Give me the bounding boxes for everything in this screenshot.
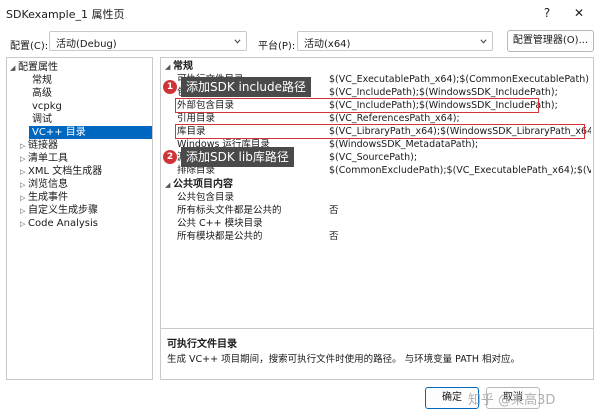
close-button[interactable]: ✕ bbox=[568, 3, 590, 23]
annotation-badge-2: 2 bbox=[163, 150, 177, 164]
category-label: 公共项目内容 bbox=[173, 179, 233, 190]
property-row[interactable]: 公共 C++ 模块目录 bbox=[175, 217, 593, 230]
property-value: $(WindowsSDK_MetadataPath); bbox=[329, 139, 479, 150]
property-value: 否 bbox=[329, 205, 339, 216]
tree-item-linker[interactable]: ▷ 链接器 bbox=[20, 139, 58, 152]
tree-item-label: 浏览信息 bbox=[28, 179, 68, 190]
expanded-arrow-icon: ◢ bbox=[165, 181, 171, 189]
property-row[interactable]: 所有模块都是公共的 否 bbox=[175, 230, 593, 243]
config-manager-button[interactable]: 配置管理器(O)... bbox=[507, 30, 594, 52]
expanded-arrow-icon: ◢ bbox=[165, 63, 171, 71]
property-tree: ◢ 配置属性 常规 高级 vcpkg 调试 VC++ 目录 ▷ 链接器 ▷ 清单工具 … bbox=[6, 57, 153, 380]
collapsed-arrow-icon: ▷ bbox=[20, 220, 26, 228]
tree-item-manifest-tool[interactable]: ▷ 清单工具 bbox=[20, 152, 68, 165]
expanded-arrow-icon: ◢ bbox=[10, 64, 16, 72]
tree-item-custom-build[interactable]: ▷ 自定义生成步骤 bbox=[20, 204, 98, 217]
configuration-row: 配置(C): 活动(Debug) 平台(P): 活动(x64) 配置管理器(O)… bbox=[0, 27, 600, 55]
property-name: 所有标头文件都是公共的 bbox=[177, 205, 282, 216]
help-button[interactable]: ? bbox=[536, 3, 558, 23]
config-dropdown[interactable]: 活动(Debug) bbox=[49, 31, 247, 51]
description-text: 生成 VC++ 项目期间，搜索可执行文件时使用的路径。 与环境变量 PATH 相… bbox=[167, 354, 520, 365]
tree-item-label: Code Analysis bbox=[28, 218, 98, 229]
property-name: 所有模块都是公共的 bbox=[177, 231, 263, 242]
tree-item-vc-directories[interactable]: VC++ 目录 bbox=[29, 126, 152, 139]
window-title: SDKexample_1 属性页 bbox=[6, 8, 125, 21]
tree-item-code-analysis[interactable]: ▷ Code Analysis bbox=[20, 217, 98, 230]
annotation-callout-lib: 添加SDK lib库路径 bbox=[181, 147, 294, 167]
property-value: 否 bbox=[329, 231, 339, 242]
tree-root-label: 配置属性 bbox=[18, 62, 58, 73]
property-name: 公共包含目录 bbox=[177, 192, 235, 203]
tree-item-vcpkg[interactable]: vcpkg bbox=[32, 100, 62, 113]
property-grid: ◢常规 可执行文件目录$(VC_ExecutablePath_x64);$(Co… bbox=[161, 58, 593, 328]
description-panel: 可执行文件目录 生成 VC++ 项目期间，搜索可执行文件时使用的路径。 与环境变… bbox=[161, 328, 593, 379]
property-row[interactable]: 公共包含目录 bbox=[175, 191, 593, 204]
platform-dropdown[interactable]: 活动(x64) bbox=[297, 31, 493, 51]
tree-item-label: 自定义生成步骤 bbox=[28, 205, 98, 216]
property-value: $(VC_SourcePath); bbox=[329, 152, 418, 163]
chevron-down-icon bbox=[234, 39, 241, 44]
tree-item-label: 生成事件 bbox=[28, 192, 68, 203]
tree-item-build-events[interactable]: ▷ 生成事件 bbox=[20, 191, 68, 204]
title-bar: SDKexample_1 属性页 ? ✕ bbox=[0, 0, 600, 26]
tree-item-debugging[interactable]: 调试 bbox=[32, 113, 52, 126]
include-path-highlight bbox=[175, 98, 539, 113]
tree-item-label: XML 文档生成器 bbox=[28, 166, 103, 177]
tree-item-browse-info[interactable]: ▷ 浏览信息 bbox=[20, 178, 68, 191]
config-label: 配置(C): bbox=[10, 41, 49, 52]
property-row[interactable]: 所有标头文件都是公共的 否 bbox=[175, 204, 593, 217]
annotation-badge-1: 1 bbox=[163, 80, 177, 94]
category-label: 常规 bbox=[173, 61, 193, 72]
tree-item-label: 链接器 bbox=[28, 140, 58, 151]
chevron-down-icon bbox=[480, 39, 487, 44]
property-value: $(VC_ExecutablePath_x64);$(CommonExecuta… bbox=[329, 74, 589, 85]
property-name: 公共 C++ 模块目录 bbox=[177, 218, 263, 229]
category-public-project-content[interactable]: ◢ 公共项目内容 bbox=[161, 178, 593, 191]
category-general[interactable]: ◢ 常规 bbox=[161, 60, 593, 73]
tree-item-label: 清单工具 bbox=[28, 153, 68, 164]
tree-item-general[interactable]: 常规 bbox=[32, 74, 52, 87]
property-value: $(CommonExcludePath);$(VC_ExecutablePath… bbox=[329, 165, 591, 176]
platform-label: 平台(P): bbox=[258, 41, 296, 52]
description-heading: 可执行文件目录 bbox=[167, 339, 237, 350]
config-value: 活动(Debug) bbox=[56, 39, 117, 50]
library-path-highlight bbox=[175, 124, 585, 139]
tree-root[interactable]: ◢ 配置属性 bbox=[10, 61, 58, 74]
annotation-callout-include: 添加SDK include路径 bbox=[181, 77, 312, 97]
tree-item-advanced[interactable]: 高级 bbox=[32, 87, 52, 100]
platform-value: 活动(x64) bbox=[304, 39, 351, 50]
property-grid-pane: ◢常规 可执行文件目录$(VC_ExecutablePath_x64);$(Co… bbox=[160, 57, 594, 380]
tree-item-xml-doc[interactable]: ▷ XML 文档生成器 bbox=[20, 165, 102, 178]
watermark: 知乎 @来高3D bbox=[468, 393, 556, 408]
